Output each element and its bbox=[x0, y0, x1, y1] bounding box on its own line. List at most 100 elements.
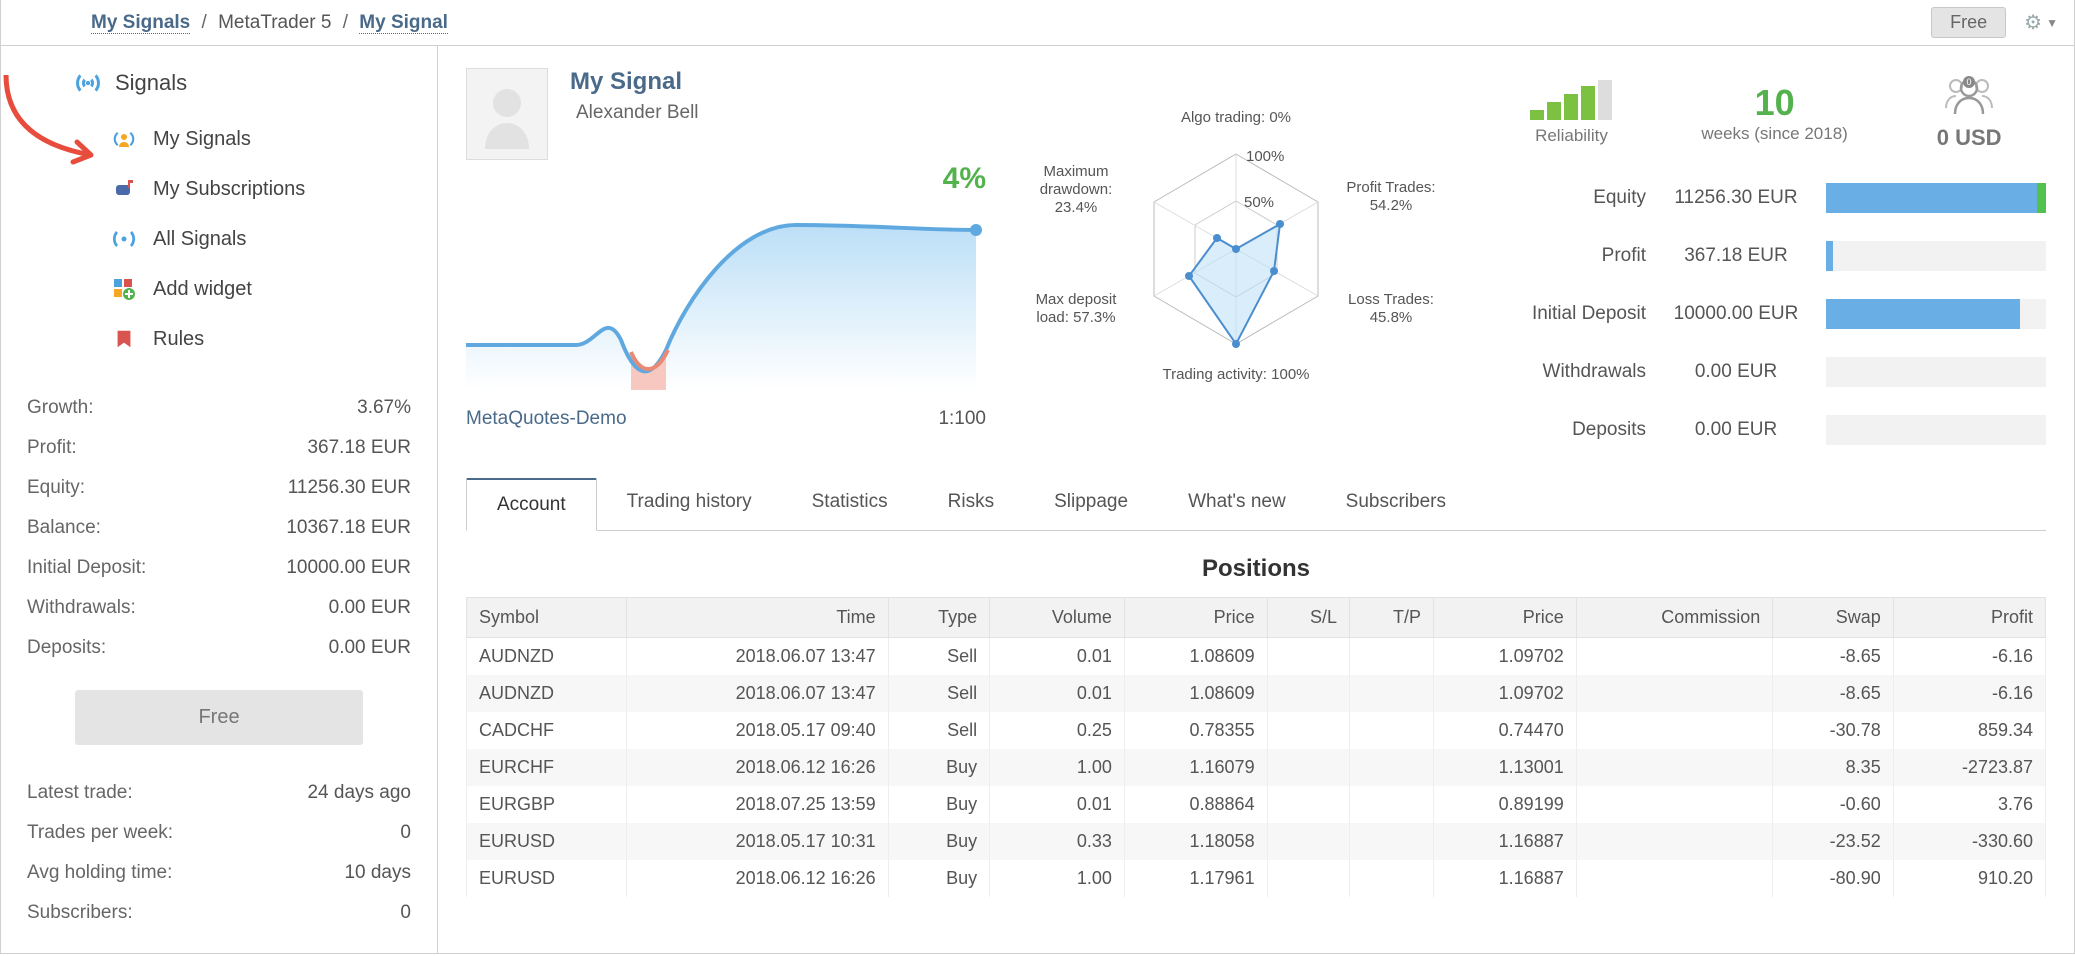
main-content: My Signal Alexander Bell 4% bbox=[438, 46, 2074, 953]
avatar bbox=[466, 68, 548, 160]
table-header-row: SymbolTimeTypeVolumePriceS/LT/PPriceComm… bbox=[467, 598, 2046, 638]
tab-slippage[interactable]: Slippage bbox=[1024, 477, 1158, 530]
table-header[interactable]: S/L bbox=[1267, 598, 1349, 638]
table-row: CADCHF2018.05.17 09:40Sell0.250.783550.7… bbox=[467, 712, 2046, 749]
bookmark-icon bbox=[111, 326, 137, 352]
positions-title: Positions bbox=[466, 555, 2046, 583]
svg-text:Max deposit: Max deposit bbox=[1036, 291, 1118, 308]
table-row: EURGBP2018.07.25 13:59Buy0.010.888640.89… bbox=[467, 786, 2046, 823]
svg-text:Profit Trades:: Profit Trades: bbox=[1346, 179, 1435, 196]
growth-line-icon bbox=[466, 170, 986, 390]
svg-text:drawdown:: drawdown: bbox=[1040, 181, 1113, 198]
profile-block: My Signal Alexander Bell 4% bbox=[466, 68, 986, 459]
svg-text:23.4%: 23.4% bbox=[1055, 199, 1098, 216]
stat-row: Initial Deposit10000.00 EUR bbox=[1486, 285, 2046, 343]
tab-statistics[interactable]: Statistics bbox=[782, 477, 918, 530]
table-row: EURUSD2018.05.17 10:31Buy0.331.180581.16… bbox=[467, 823, 2046, 860]
breadcrumb-mid: MetaTrader 5 bbox=[218, 12, 331, 33]
table-row: EURUSD2018.06.12 16:26Buy1.001.179611.16… bbox=[467, 860, 2046, 897]
kv-row: Avg holding time:10 days bbox=[27, 853, 411, 893]
stat-row: Deposits0.00 EUR bbox=[1486, 401, 2046, 459]
svg-text:Trading activity: 100%: Trading activity: 100% bbox=[1162, 366, 1309, 383]
table-header[interactable]: Price bbox=[1124, 598, 1267, 638]
svg-text:Algo trading: 0%: Algo trading: 0% bbox=[1181, 109, 1291, 126]
table-header[interactable]: Volume bbox=[990, 598, 1125, 638]
table-header[interactable]: Profit bbox=[1893, 598, 2045, 638]
sidebar-heading: Signals bbox=[75, 70, 411, 96]
gear-icon: ⚙ bbox=[2024, 10, 2042, 35]
breadcrumb-root[interactable]: My Signals bbox=[91, 12, 190, 34]
kv-row: Equity:11256.30 EUR bbox=[27, 468, 411, 508]
kv-row: Subscribers:0 bbox=[27, 893, 411, 933]
stat-row: Profit367.18 EUR bbox=[1486, 227, 2046, 285]
sidebar-item-add-widget[interactable]: Add widget bbox=[111, 264, 411, 314]
kv-row: Profit:367.18 EUR bbox=[27, 428, 411, 468]
leverage: 1:100 bbox=[938, 408, 986, 430]
server-name[interactable]: MetaQuotes-Demo bbox=[466, 408, 627, 430]
svg-text:54.2%: 54.2% bbox=[1370, 197, 1413, 214]
kv-row: Withdrawals:0.00 EUR bbox=[27, 588, 411, 628]
svg-text:load: 57.3%: load: 57.3% bbox=[1036, 309, 1115, 326]
stat-row: Withdrawals0.00 EUR bbox=[1486, 343, 2046, 401]
signal-page: My Signals / MetaTrader 5 / My Signal Fr… bbox=[0, 0, 2075, 954]
mailbox-icon bbox=[111, 176, 137, 202]
reliability-indicator: Reliability bbox=[1530, 80, 1612, 146]
people-icon: 0 bbox=[1942, 74, 1996, 114]
table-header[interactable]: T/P bbox=[1350, 598, 1434, 638]
table-header[interactable]: Swap bbox=[1773, 598, 1893, 638]
free-button-side[interactable]: Free bbox=[75, 690, 363, 745]
table-header[interactable]: Type bbox=[888, 598, 989, 638]
signal-name: My Signal bbox=[570, 68, 699, 96]
chevron-down-icon: ▼ bbox=[2046, 16, 2058, 30]
sidebar: Signals My Signals My Subscriptions bbox=[1, 46, 438, 953]
table-header[interactable]: Symbol bbox=[467, 598, 627, 638]
positions-table: SymbolTimeTypeVolumePriceS/LT/PPriceComm… bbox=[466, 597, 2046, 897]
signal-author: Alexander Bell bbox=[576, 102, 699, 124]
table-row: AUDNZD2018.06.07 13:47Sell0.011.086091.0… bbox=[467, 675, 2046, 712]
breadcrumb: My Signals / MetaTrader 5 / My Signal bbox=[91, 12, 1931, 34]
kv-row: Initial Deposit:10000.00 EUR bbox=[27, 548, 411, 588]
kv-row: Latest trade:24 days ago bbox=[27, 773, 411, 813]
settings-gear[interactable]: ⚙ ▼ bbox=[2024, 10, 2058, 35]
kv-row: Trades per week:0 bbox=[27, 813, 411, 853]
widget-plus-icon bbox=[111, 276, 137, 302]
sidebar-stats: Growth:3.67%Profit:367.18 EUREquity:1125… bbox=[27, 388, 411, 668]
tab-what-s-new[interactable]: What's new bbox=[1158, 477, 1316, 530]
growth-chart: 4% bbox=[466, 170, 986, 400]
svg-text:Maximum: Maximum bbox=[1043, 163, 1108, 180]
breadcrumb-leaf[interactable]: My Signal bbox=[359, 12, 448, 34]
sidebar-item-all-signals[interactable]: All Signals bbox=[111, 214, 411, 264]
sidebar-item-my-signals[interactable]: My Signals bbox=[111, 114, 411, 164]
tab-risks[interactable]: Risks bbox=[918, 477, 1024, 530]
kv-row: Deposits:0.00 EUR bbox=[27, 628, 411, 668]
antenna-small-icon bbox=[111, 226, 137, 252]
svg-text:Loss Trades:: Loss Trades: bbox=[1348, 291, 1434, 308]
table-row: EURCHF2018.06.12 16:26Buy1.001.160791.13… bbox=[467, 749, 2046, 786]
svg-text:0: 0 bbox=[1967, 77, 1972, 87]
weeks-counter: 10 weeks (since 2018) bbox=[1701, 82, 1847, 144]
table-header[interactable]: Commission bbox=[1576, 598, 1773, 638]
antenna-icon bbox=[75, 70, 101, 96]
tab-trading-history[interactable]: Trading history bbox=[597, 477, 782, 530]
growth-percent: 4% bbox=[943, 162, 986, 196]
sidebar-nav: My Signals My Subscriptions All Signals bbox=[111, 114, 411, 364]
tabs: AccountTrading historyStatisticsRisksSli… bbox=[466, 477, 2046, 531]
radar-chart: 100% 50% Algo trading: 0% Profit Trades:… bbox=[1016, 68, 1456, 459]
tab-account[interactable]: Account bbox=[466, 478, 597, 531]
sidebar-meta: Latest trade:24 days agoTrades per week:… bbox=[27, 773, 411, 933]
stats-block: Reliability 10 weeks (since 2018) 0 bbox=[1486, 68, 2046, 459]
table-header[interactable]: Price bbox=[1434, 598, 1577, 638]
tab-subscribers[interactable]: Subscribers bbox=[1316, 477, 1476, 530]
subscribers-counter: 0 0 USD bbox=[1937, 74, 2002, 151]
table-header[interactable]: Time bbox=[627, 598, 889, 638]
kv-row: Growth:3.67% bbox=[27, 388, 411, 428]
sidebar-item-rules[interactable]: Rules bbox=[111, 314, 411, 364]
svg-text:45.8%: 45.8% bbox=[1370, 309, 1413, 326]
stat-row: Equity11256.30 EUR bbox=[1486, 169, 2046, 227]
svg-text:100%: 100% bbox=[1246, 148, 1284, 165]
sidebar-item-my-subscriptions[interactable]: My Subscriptions bbox=[111, 164, 411, 214]
kv-row: Balance:10367.18 EUR bbox=[27, 508, 411, 548]
person-antenna-icon bbox=[111, 126, 137, 152]
free-button-top[interactable]: Free bbox=[1931, 7, 2006, 38]
table-row: AUDNZD2018.06.07 13:47Sell0.011.086091.0… bbox=[467, 638, 2046, 676]
